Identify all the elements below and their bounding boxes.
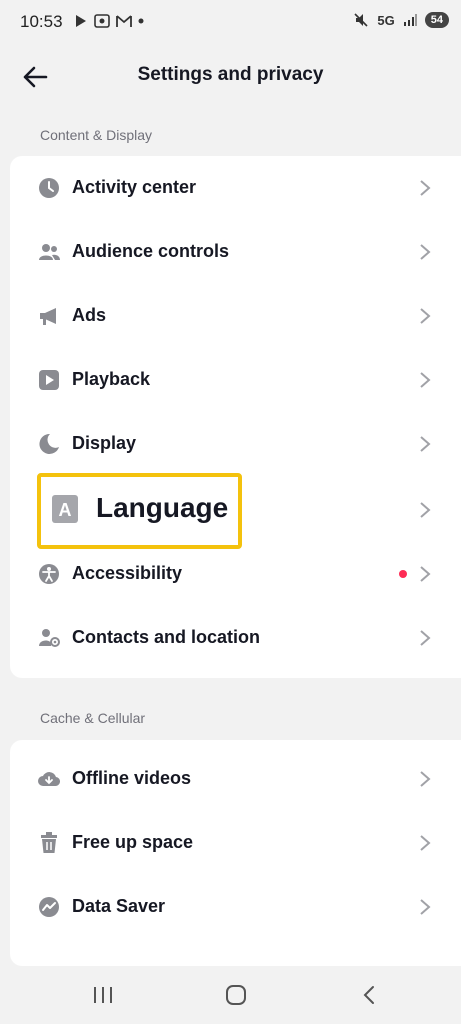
- system-back-icon[interactable]: [358, 984, 382, 1006]
- top-header: Settings and privacy: [0, 46, 461, 108]
- chevron-right-icon: [420, 835, 431, 851]
- more-notifications-icon: [138, 18, 144, 24]
- accessibility-icon: [39, 564, 59, 584]
- chevron-right-icon: [420, 436, 431, 452]
- gmail-icon: [116, 15, 132, 27]
- status-time: 10:53: [20, 12, 63, 31]
- settings-item-audience-controls[interactable]: Audience controls: [10, 220, 461, 284]
- settings-item-accessibility[interactable]: Accessibility: [10, 542, 461, 606]
- settings-item-label: Activity center: [72, 177, 197, 197]
- chevron-right-icon: [420, 630, 431, 646]
- content-display-card: Activity center Audience controls Ads Pl…: [10, 156, 461, 678]
- settings-item-label: Display: [72, 433, 137, 453]
- settings-item-label: Contacts and location: [72, 627, 261, 647]
- mute-icon: [354, 13, 368, 27]
- system-icons: 5G 54: [353, 12, 449, 28]
- section-label-content-display: Content & Display: [40, 127, 153, 143]
- chevron-right-icon: [420, 899, 431, 915]
- play-icon: [39, 370, 59, 390]
- contact-location-icon: [39, 629, 60, 647]
- network-type: 5G: [377, 12, 395, 28]
- settings-item-display[interactable]: Display: [10, 412, 461, 476]
- data-saver-icon: [39, 897, 59, 917]
- settings-item-data-saver[interactable]: Data Saver: [10, 875, 461, 939]
- settings-item-free-up-space[interactable]: Free up space: [10, 811, 461, 875]
- moon-icon: [39, 433, 59, 454]
- page-title: Settings and privacy: [137, 64, 324, 85]
- settings-item-label: Offline videos: [72, 768, 192, 788]
- home-icon[interactable]: [224, 984, 248, 1006]
- settings-item-label: Playback: [72, 369, 151, 389]
- chevron-right-icon: [420, 180, 431, 196]
- settings-item-label: Accessibility: [72, 563, 183, 583]
- settings-item-label: Free up space: [72, 832, 194, 852]
- clock-icon: [39, 178, 59, 198]
- battery-badge: 54: [424, 12, 449, 28]
- screenshot-icon: [94, 14, 110, 28]
- section-label-cache-cellular: Cache & Cellular: [40, 710, 146, 726]
- chevron-right-icon: [420, 244, 431, 260]
- cache-cellular-card: Offline videos Free up space Data Saver: [10, 740, 461, 966]
- chevron-right-icon: [420, 372, 431, 388]
- chevron-right-icon: [420, 502, 431, 518]
- chevron-right-icon: [420, 308, 431, 324]
- notification-dot: [399, 570, 407, 578]
- people-icon: [39, 244, 60, 260]
- play-store-icon: [76, 15, 86, 27]
- settings-item-label: Data Saver: [72, 896, 166, 916]
- cloud-download-icon: [38, 772, 60, 787]
- trash-icon: [41, 832, 57, 853]
- settings-item-ads[interactable]: Ads: [10, 284, 461, 348]
- settings-item-label: Audience controls: [72, 241, 230, 261]
- notification-icons: [74, 14, 144, 28]
- language-highlight-box: [37, 473, 242, 549]
- megaphone-icon: [40, 308, 56, 325]
- system-navigation-bar: [0, 966, 461, 1024]
- settings-item-contacts-location[interactable]: Contacts and location: [10, 606, 461, 670]
- settings-item-label: Ads: [72, 305, 107, 325]
- signal-icon: [403, 14, 417, 26]
- settings-item-playback[interactable]: Playback: [10, 348, 461, 412]
- status-bar: 10:53 5G 54: [0, 0, 461, 46]
- chevron-right-icon: [420, 771, 431, 787]
- settings-item-activity-center[interactable]: Activity center: [10, 156, 461, 220]
- chevron-right-icon: [420, 566, 431, 582]
- recent-apps-icon[interactable]: [91, 984, 115, 1006]
- settings-item-offline-videos[interactable]: Offline videos: [10, 747, 461, 811]
